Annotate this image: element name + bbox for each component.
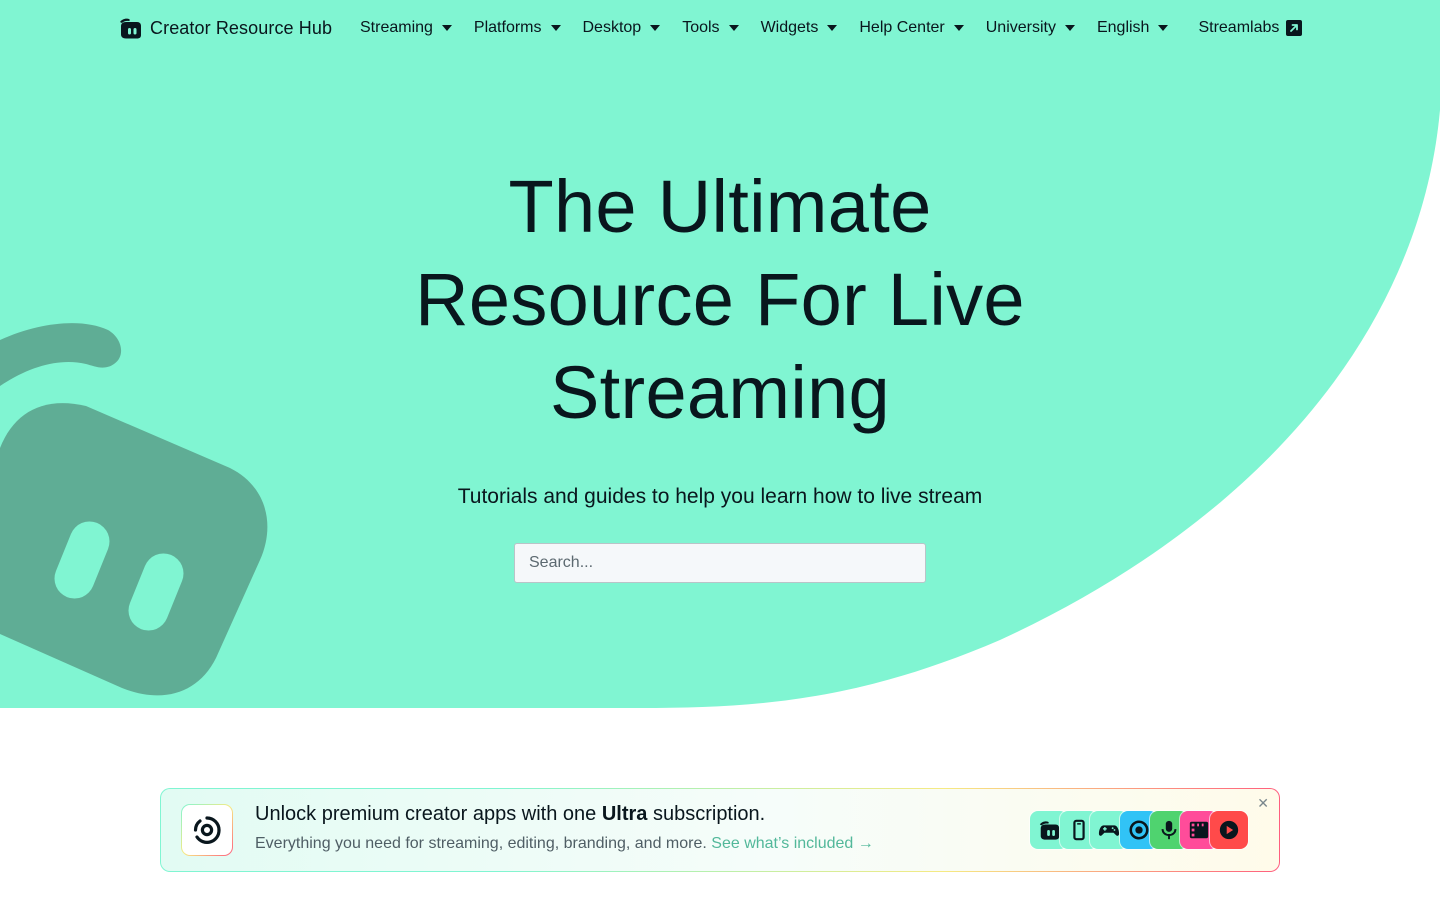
- caret-down-icon: [441, 25, 452, 31]
- menu-item-label: Widgets: [760, 19, 819, 36]
- caret-down-icon: [550, 25, 561, 31]
- menu-item-university[interactable]: University: [986, 19, 1075, 37]
- promo-logo-inner: [182, 805, 232, 855]
- caret-down-icon: [1064, 25, 1075, 31]
- menu-item-tools[interactable]: Tools: [682, 19, 739, 37]
- main-menu: Streaming Platforms Desktop Tools Widget…: [360, 0, 1303, 56]
- menu-item-widgets[interactable]: Widgets: [761, 19, 838, 37]
- menu-item-label: Platforms: [473, 19, 542, 36]
- ultra-app-icons: [1030, 811, 1248, 849]
- menu-item-help-center[interactable]: Help Center: [859, 19, 964, 37]
- search-input[interactable]: [529, 554, 925, 572]
- caret-down-icon: [650, 25, 661, 31]
- hero-section: The Ultimate Resource For Live Streaming…: [0, 160, 1440, 583]
- menu-item-label: Streamlabs: [1198, 19, 1280, 36]
- promo-title-ultra: Ultra: [601, 803, 648, 825]
- promo-banner-body: Unlock premium creator apps with one Ult…: [161, 789, 1279, 871]
- menu-item-label: Streaming: [360, 19, 433, 36]
- menu-item-label: English: [1096, 19, 1150, 36]
- search-box: [514, 543, 926, 583]
- caret-down-icon: [728, 25, 739, 31]
- menu-item-desktop[interactable]: Desktop: [583, 19, 661, 37]
- menu-item-platforms[interactable]: Platforms: [474, 19, 561, 37]
- close-icon[interactable]: ✕: [1257, 795, 1269, 811]
- player-app-icon: [1210, 811, 1248, 849]
- menu-item-label: Help Center: [859, 19, 945, 36]
- streamlabs-logo-icon: [120, 18, 141, 39]
- promo-title-end: subscription.: [647, 803, 766, 825]
- hero-subtitle: Tutorials and guides to help you learn h…: [457, 485, 983, 508]
- menu-item-streaming[interactable]: Streaming: [360, 19, 452, 37]
- brand-link[interactable]: Creator Resource Hub: [118, 15, 332, 41]
- menu-item-label: Desktop: [582, 19, 642, 36]
- page: Creator Resource Hub Streaming Platforms…: [0, 0, 1440, 900]
- ultra-logo-icon: [193, 816, 221, 844]
- menu-item-label: Tools: [682, 19, 720, 36]
- promo-title-text: Unlock premium creator apps with one: [255, 803, 602, 825]
- hero-title: The Ultimate Resource For Live Streaming: [415, 165, 1025, 434]
- top-nav: Creator Resource Hub Streaming Platforms…: [0, 0, 1440, 56]
- promo-title: Unlock premium creator apps with one Ult…: [255, 803, 765, 826]
- caret-down-icon: [1158, 25, 1169, 31]
- ultra-promo-banner: Unlock premium creator apps with one Ult…: [160, 788, 1280, 872]
- promo-description-text: Everything you need for streaming, editi…: [255, 835, 707, 852]
- brand-name: Creator Resource Hub: [150, 17, 333, 38]
- caret-down-icon: [953, 25, 964, 31]
- caret-down-icon: [827, 25, 838, 31]
- see-whats-included-link[interactable]: See what’s included →: [711, 835, 873, 852]
- promo-logo-frame: [181, 804, 233, 856]
- menu-item-label: University: [985, 19, 1056, 36]
- external-link-icon: [1286, 20, 1303, 36]
- language-selector[interactable]: English: [1096, 19, 1169, 37]
- promo-description: Everything you need for streaming, editi…: [255, 835, 874, 853]
- streamlabs-external-link[interactable]: Streamlabs: [1198, 19, 1303, 37]
